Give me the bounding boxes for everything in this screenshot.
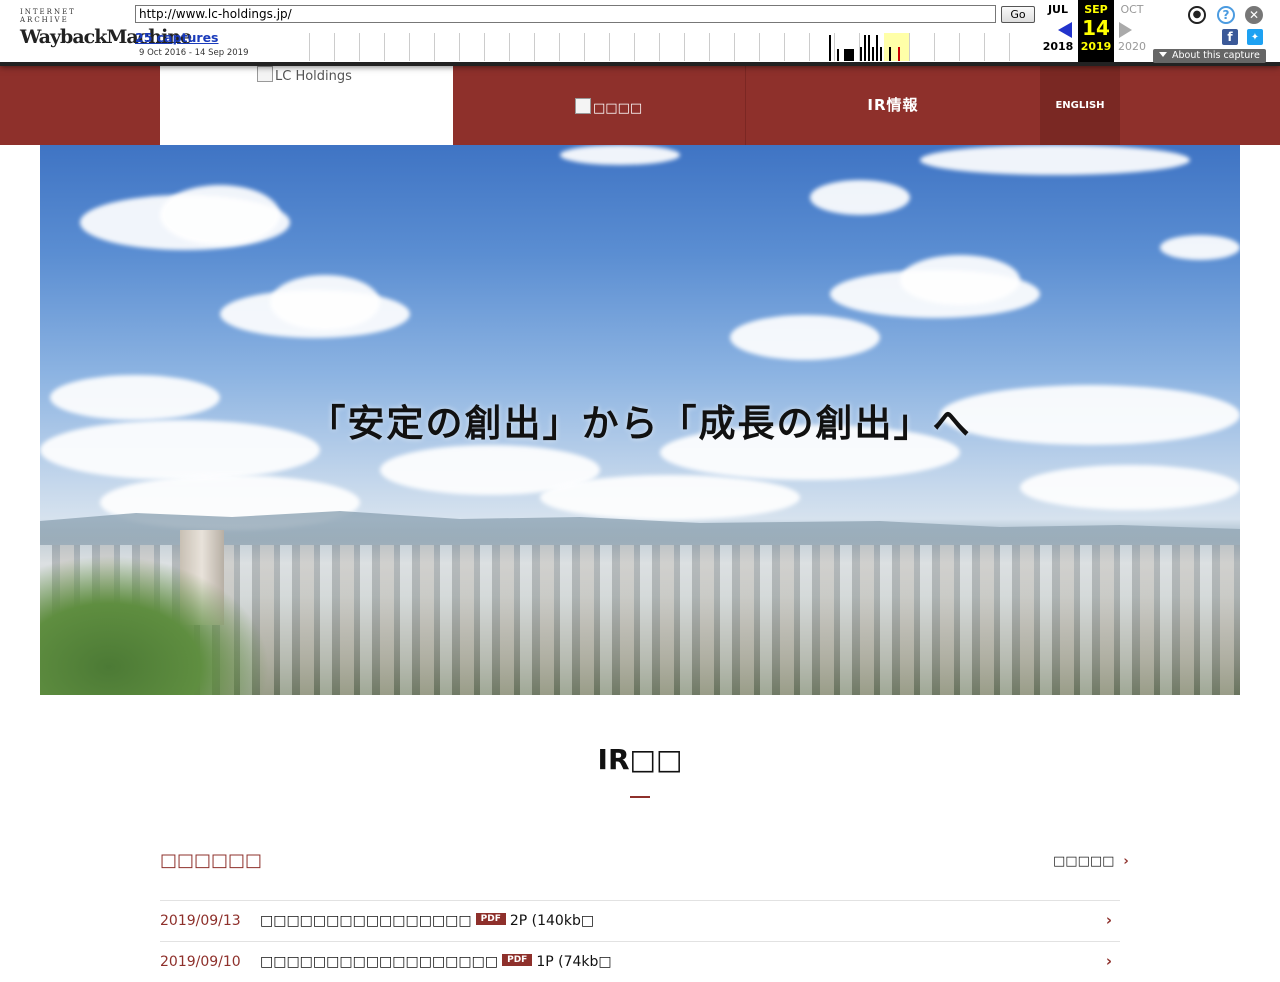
wayback-logo-top: INTERNET ARCHIVE (20, 8, 76, 24)
news-row[interactable]: 2019/09/10 □□□□□□□□□□□□□□□□□□ PDF 1P (74kb… (160, 941, 1120, 982)
chevron-right-icon: › (1105, 952, 1112, 970)
capture-date-range: 9 Oct 2016 - 14 Sep 2019 (139, 48, 249, 58)
pdf-badge: PDF (502, 954, 533, 966)
news-title[interactable]: □□□□□□□□□□□□□□□□ PDF 2P (140kb□ (260, 913, 594, 929)
captures-link[interactable]: 25 captures (135, 30, 219, 45)
chevron-right-icon: › (1105, 911, 1112, 929)
wayback-logo-main: WaybackMachine (20, 26, 192, 48)
news-section-heading: □□□□□□ (160, 850, 263, 871)
file-size: 2P (140kb□ (509, 913, 595, 929)
wayback-toolbar: INTERNET ARCHIVE WaybackMachine http://w… (0, 0, 1280, 66)
site-header: LC Holdings □□□□ IR情報 ENGLISH (0, 66, 1280, 145)
page-section-title: IR□□ (597, 743, 683, 776)
news-more-link[interactable]: □□□□□ › (1053, 854, 1129, 869)
file-size: 1P (74kb□ (536, 954, 612, 970)
prev-capture-arrow[interactable] (1058, 22, 1072, 38)
nav-item-english[interactable]: ENGLISH (1040, 66, 1120, 145)
help-icon[interactable]: ? (1217, 6, 1235, 24)
current-capture-date: SEP 14 2019 (1078, 0, 1114, 62)
brand-logo-link[interactable]: LC Holdings (160, 66, 453, 145)
close-icon[interactable]: ✕ (1245, 6, 1263, 24)
next-month[interactable]: OCT 2020 (1114, 0, 1150, 62)
pdf-badge: PDF (475, 913, 506, 925)
section-title-underline (630, 796, 650, 798)
news-title[interactable]: □□□□□□□□□□□□□□□□□□ PDF 1P (74kb□ (260, 954, 612, 970)
hero-banner: 「安定の創出」から「成長の創出」へ (40, 145, 1240, 695)
facebook-icon[interactable]: f (1222, 29, 1238, 45)
chevron-right-icon: › (1123, 854, 1129, 869)
hero-headline: 「安定の創出」から「成長の創出」へ (308, 402, 972, 445)
account-icon[interactable]: ● (1188, 6, 1206, 24)
news-date: 2019/09/10 (160, 954, 241, 970)
wayback-url-input[interactable]: http://www.lc-holdings.jp/ (135, 5, 996, 23)
wayback-go-button[interactable]: Go (1001, 6, 1035, 23)
twitter-icon[interactable]: ✦ (1247, 29, 1263, 45)
news-row[interactable]: 2019/09/13 □□□□□□□□□□□□□□□□ PDF 2P (140kb□… (160, 900, 1120, 941)
about-capture-button[interactable]: About this capture (1153, 49, 1266, 63)
wayback-logo[interactable]: INTERNET ARCHIVE WaybackMachine (20, 8, 192, 50)
nav-item-ir[interactable]: IR情報 (746, 66, 1040, 145)
brand-logo-broken-image: LC Holdings (257, 66, 352, 84)
nav-item-1-broken-image: □□□□ (575, 98, 642, 116)
nav-item-1[interactable]: □□□□ (453, 66, 746, 145)
capture-sparkline[interactable] (309, 33, 1035, 61)
news-date: 2019/09/13 (160, 913, 241, 929)
